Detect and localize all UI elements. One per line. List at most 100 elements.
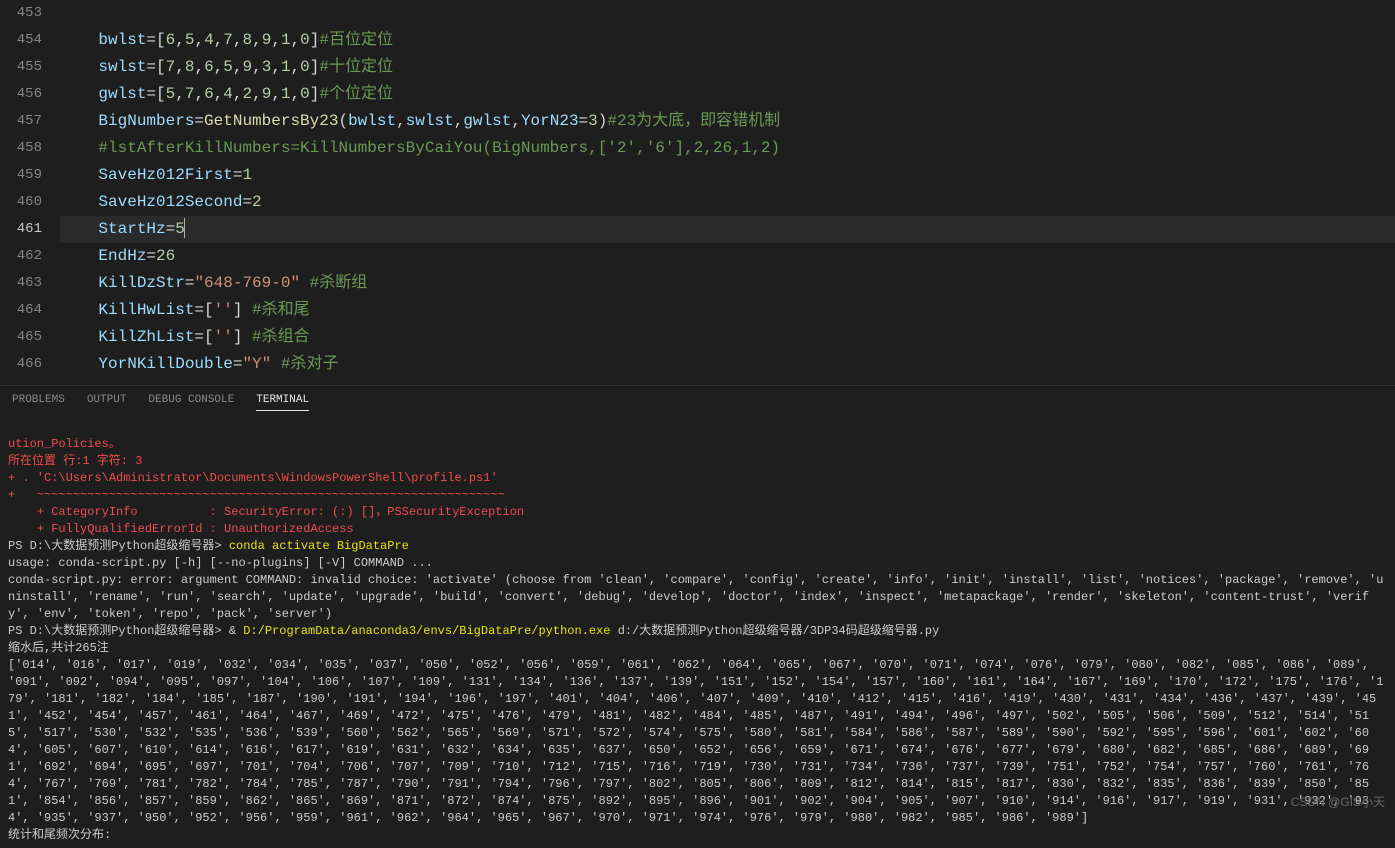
code-content[interactable]: bwlst=[6,5,4,7,8,9,1,0]#百位定位 swlst=[7,8,… <box>60 0 1395 385</box>
code-token: #十位定位 <box>319 58 393 76</box>
terminal-prompt: PS D:\大数据预测Python超级缩号器> <box>8 539 229 553</box>
code-line[interactable]: KillDzStr="648-769-0" #杀断组 <box>60 270 1395 297</box>
code-token: ] <box>310 31 320 49</box>
terminal-command-arg: d:/大数据预测Python超级缩号器/3DP34码超级缩号器.py <box>611 624 940 638</box>
code-token: "648-769-0" <box>194 274 300 292</box>
code-line[interactable]: KillHwList=[''] #杀和尾 <box>60 297 1395 324</box>
code-token: , <box>396 112 406 130</box>
code-token: = <box>146 247 156 265</box>
code-token: = <box>166 220 176 238</box>
code-token: 6 <box>204 58 214 76</box>
code-line[interactable]: YorNKillDouble="Y" #杀对子 <box>60 351 1395 378</box>
panel-tab-terminal[interactable]: TERMINAL <box>256 394 309 411</box>
panel-tab-debug-console[interactable]: DEBUG CONSOLE <box>148 394 234 411</box>
code-token: =[ <box>146 31 165 49</box>
code-token: 7 <box>185 85 195 103</box>
line-number: 458 <box>0 135 42 162</box>
code-token: 9 <box>243 58 253 76</box>
code-token: , <box>194 31 204 49</box>
code-token: , <box>214 31 224 49</box>
code-token: , <box>291 31 301 49</box>
terminal-line: usage: conda-script.py [-h] [--no-plugin… <box>8 556 433 570</box>
code-token: , <box>271 85 281 103</box>
terminal-command: D:/ProgramData/anaconda3/envs/BigDataPre… <box>243 624 610 638</box>
code-token: , <box>291 58 301 76</box>
code-token: , <box>175 31 185 49</box>
line-number-gutter: 4534544554564574584594604614624634644654… <box>0 0 60 385</box>
code-token: KillDzStr <box>98 274 184 292</box>
code-line[interactable] <box>60 0 1395 27</box>
terminal-error-line: ution_Policies。 <box>8 437 121 451</box>
code-token: GetNumbersBy23 <box>204 112 338 130</box>
code-token: , <box>511 112 521 130</box>
code-token: , <box>271 31 281 49</box>
code-line[interactable]: StartHz=5 <box>60 216 1395 243</box>
panel-tab-output[interactable]: OUTPUT <box>87 394 127 411</box>
code-token: 8 <box>185 58 195 76</box>
code-line[interactable]: bwlst=[6,5,4,7,8,9,1,0]#百位定位 <box>60 27 1395 54</box>
terminal-command: conda activate BigDataPre <box>229 539 409 553</box>
code-token: 5 <box>166 85 176 103</box>
code-token: #杀和尾 <box>252 301 310 319</box>
line-number: 453 <box>0 0 42 27</box>
code-line[interactable]: gwlst=[5,7,6,4,2,9,1,0]#个位定位 <box>60 81 1395 108</box>
code-token: = <box>579 112 589 130</box>
code-token: =[ <box>146 85 165 103</box>
code-token: 6 <box>166 31 176 49</box>
line-number: 462 <box>0 243 42 270</box>
code-token: 1 <box>242 166 252 184</box>
terminal-line: 统计和尾频次分布: <box>8 828 111 842</box>
line-number: 457 <box>0 108 42 135</box>
code-token: , <box>175 58 185 76</box>
code-token: , <box>252 58 262 76</box>
code-line[interactable]: #lstAfterKillNumbers=KillNumbersByCaiYou… <box>60 135 1395 162</box>
code-token: 5 <box>185 31 195 49</box>
code-token: SaveHz012First <box>98 166 232 184</box>
code-token: #23为大底，即容错机制 <box>607 112 780 130</box>
code-token: YorN23 <box>521 112 579 130</box>
code-token: , <box>271 58 281 76</box>
code-line[interactable]: SaveHz012Second=2 <box>60 189 1395 216</box>
code-token: KillHwList <box>98 301 194 319</box>
code-token: , <box>233 58 243 76</box>
code-token: 1 <box>281 85 291 103</box>
code-line[interactable]: swlst=[7,8,6,5,9,3,1,0]#十位定位 <box>60 54 1395 81</box>
code-token: =[ <box>194 328 213 346</box>
code-token: bwlst <box>98 31 146 49</box>
panel-tab-problems[interactable]: PROBLEMS <box>12 394 65 411</box>
panel-tabs: PROBLEMS OUTPUT DEBUG CONSOLE TERMINAL <box>0 385 1395 417</box>
code-line[interactable]: SaveHz012First=1 <box>60 162 1395 189</box>
code-token: , <box>233 31 243 49</box>
code-editor[interactable]: 4534544554564574584594604614624634644654… <box>0 0 1395 385</box>
code-token: ( <box>338 112 348 130</box>
code-token: 26 <box>156 247 175 265</box>
code-token: SaveHz012Second <box>98 193 242 211</box>
code-token: 7 <box>166 58 176 76</box>
terminal-output[interactable]: ution_Policies。 所在位置 行:1 字符: 3 + . 'C:\U… <box>0 417 1395 848</box>
code-token: 1 <box>281 58 291 76</box>
code-token <box>300 274 310 292</box>
code-line[interactable]: BigNumbers=GetNumbersBy23(bwlst,swlst,gw… <box>60 108 1395 135</box>
code-token: ) <box>598 112 608 130</box>
code-token: , <box>252 31 262 49</box>
code-line[interactable]: KillZhList=[''] #杀组合 <box>60 324 1395 351</box>
code-token: "Y" <box>242 355 271 373</box>
code-token: =[ <box>146 58 165 76</box>
code-token <box>271 355 281 373</box>
code-token: 5 <box>223 58 233 76</box>
code-token: , <box>291 85 301 103</box>
code-token: KillZhList <box>98 328 194 346</box>
code-line[interactable]: EndHz=26 <box>60 243 1395 270</box>
code-token: 3 <box>262 58 272 76</box>
code-token: ] <box>233 328 252 346</box>
code-token: ] <box>310 85 320 103</box>
line-number: 459 <box>0 162 42 189</box>
code-token: , <box>214 58 224 76</box>
code-token: #个位定位 <box>319 85 393 103</box>
code-token: = <box>233 166 243 184</box>
code-token: , <box>233 85 243 103</box>
code-token: , <box>194 85 204 103</box>
line-number: 461 <box>0 216 42 243</box>
code-token: #杀组合 <box>252 328 310 346</box>
code-token: = <box>185 274 195 292</box>
